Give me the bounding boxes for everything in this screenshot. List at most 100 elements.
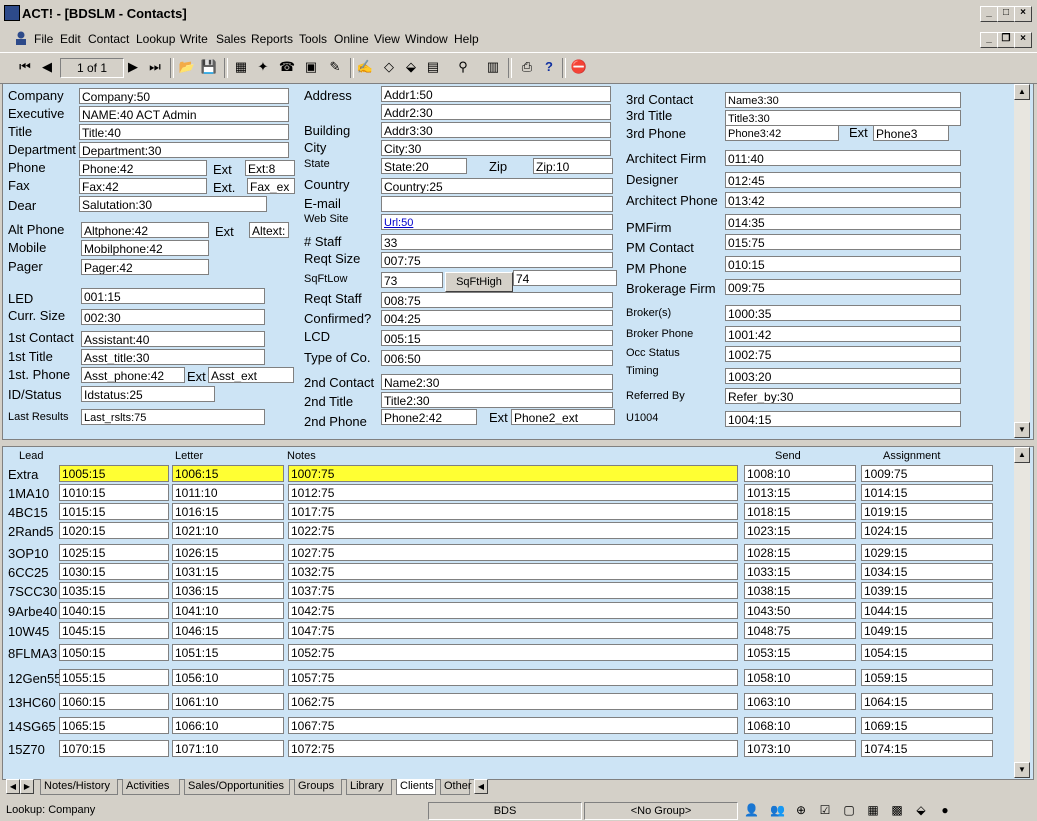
menu-write[interactable]: Write [180, 32, 208, 46]
menu-online[interactable]: Online [334, 32, 369, 46]
grid-cell-letter[interactable]: 1051:15 [172, 644, 284, 661]
grid-cell-lead[interactable]: 1070:15 [59, 740, 169, 757]
help-icon[interactable]: ? [540, 58, 558, 76]
menu-window[interactable]: Window [405, 32, 448, 46]
grid-cell-lead[interactable]: 1040:15 [59, 602, 169, 619]
meeting-icon[interactable]: ▣ [302, 58, 320, 76]
first-record-icon[interactable]: ⏮ [16, 58, 34, 76]
grid-cell-assignment[interactable]: 1029:15 [861, 544, 993, 561]
left-ext-field-5[interactable]: Fax_ex [247, 178, 295, 194]
tab-groups[interactable]: Groups [294, 779, 342, 795]
grid-cell-notes[interactable]: 1007:75 [288, 465, 738, 482]
grid-cell-notes[interactable]: 1067:75 [288, 717, 738, 734]
grid-cell-assignment[interactable]: 1024:15 [861, 522, 993, 539]
grid-cell-assignment[interactable]: 1039:15 [861, 582, 993, 599]
grid-cell-notes[interactable]: 1042:75 [288, 602, 738, 619]
grid-cell-send[interactable]: 1038:15 [744, 582, 856, 599]
right-field-14[interactable]: Refer_by:30 [725, 388, 961, 404]
grid-cell-notes[interactable]: 1072:75 [288, 740, 738, 757]
grid-cell-assignment[interactable]: 1049:15 [861, 622, 993, 639]
menu-help[interactable]: Help [454, 32, 479, 46]
left-field-13[interactable]: Asst_title:30 [81, 349, 265, 365]
tab-scroll-left-icon[interactable]: ◀ [6, 779, 20, 794]
grid-cell-lead[interactable]: 1015:15 [59, 503, 169, 520]
grid-cell-assignment[interactable]: 1074:15 [861, 740, 993, 757]
menu-file[interactable]: File [34, 32, 53, 46]
scroll-down-icon[interactable]: ▼ [1014, 422, 1030, 438]
left-field-10[interactable]: 001:15 [81, 288, 265, 304]
web-status-icon[interactable]: ⊕ [794, 803, 808, 817]
left-field-5[interactable]: Fax:42 [79, 178, 207, 194]
detail-scrollbar[interactable]: ▲ ▼ [1014, 84, 1030, 438]
grid-cell-lead[interactable]: 1050:15 [59, 644, 169, 661]
right-field-2[interactable]: Phone3:42 [725, 125, 839, 141]
task-status-icon[interactable]: ☑ [818, 803, 832, 817]
grid-cell-assignment[interactable]: 1064:15 [861, 693, 993, 710]
left-ext-field-14[interactable]: Asst_ext [208, 367, 294, 383]
grid-cell-letter[interactable]: 1021:10 [172, 522, 284, 539]
contact-status-icon[interactable]: 👤 [744, 803, 759, 817]
doc-restore-button[interactable]: ❐ [997, 32, 1015, 48]
tab-other[interactable]: Other [440, 779, 472, 795]
erase-icon[interactable]: ◇ [380, 58, 398, 76]
grid-cell-lead[interactable]: 1055:15 [59, 669, 169, 686]
grid-cell-notes[interactable]: 1037:75 [288, 582, 738, 599]
grid-cell-send[interactable]: 1048:75 [744, 622, 856, 639]
doc-minimize-button[interactable]: _ [980, 32, 998, 48]
grid-cell-assignment[interactable]: 1069:15 [861, 717, 993, 734]
status-group[interactable]: <No Group> [584, 802, 738, 820]
grid-cell-assignment[interactable]: 1009:75 [861, 465, 993, 482]
open-icon[interactable]: 📂 [178, 58, 196, 76]
middle-field-17[interactable]: Phone2:42 [381, 409, 477, 425]
right-field-1[interactable]: Title3:30 [725, 110, 961, 126]
group-status-icon[interactable]: 👥 [770, 803, 785, 817]
grid-cell-send[interactable]: 1043:50 [744, 602, 856, 619]
menu-edit[interactable]: Edit [60, 32, 81, 46]
left-field-3[interactable]: Department:30 [79, 142, 289, 158]
left-field-0[interactable]: Company:50 [79, 88, 289, 104]
grid-cell-lead[interactable]: 1045:15 [59, 622, 169, 639]
grid-cell-send[interactable]: 1068:10 [744, 717, 856, 734]
tab-notes-history[interactable]: Notes/History [40, 779, 118, 795]
todo-icon[interactable]: ✎ [326, 58, 344, 76]
grid-cell-send[interactable]: 1058:10 [744, 669, 856, 686]
middle-field-10[interactable]: 73 [381, 272, 443, 288]
middle-field-11[interactable]: 008:75 [381, 292, 613, 308]
scroll-up-icon[interactable]: ▲ [1014, 84, 1030, 100]
middle-field-8[interactable]: 33 [381, 234, 613, 250]
next-record-icon[interactable]: ▶ [124, 58, 142, 76]
tab-sales-opportunities[interactable]: Sales/Opportunities [184, 779, 290, 795]
grid-cell-letter[interactable]: 1061:10 [172, 693, 284, 710]
right-field-9[interactable]: 009:75 [725, 279, 961, 295]
menu-contact[interactable]: Contact [88, 32, 129, 46]
left-field-15[interactable]: Idstatus:25 [81, 386, 215, 402]
left-ext-field-7[interactable]: Altext: [249, 222, 289, 238]
save-icon[interactable]: 💾 [200, 58, 218, 76]
left-field-14[interactable]: Asst_phone:42 [81, 367, 185, 383]
grid-cell-letter[interactable]: 1006:15 [172, 465, 284, 482]
grid-cell-send[interactable]: 1013:15 [744, 484, 856, 501]
grid-cell-letter[interactable]: 1011:10 [172, 484, 284, 501]
middle-field-12[interactable]: 004:25 [381, 310, 613, 326]
right-field-11[interactable]: 1001:42 [725, 326, 961, 342]
menu-sales[interactable]: Sales [216, 32, 246, 46]
middle-field-0[interactable]: Addr1:50 [381, 86, 611, 102]
week-view-icon[interactable]: ▦ [866, 803, 880, 817]
tab-scroll-right-icon[interactable]: ▶ [20, 779, 34, 794]
right-ext-field-2[interactable]: Phone3 [873, 125, 949, 141]
grid-cell-lead[interactable]: 1025:15 [59, 544, 169, 561]
grid-cell-send[interactable]: 1053:15 [744, 644, 856, 661]
grid-cell-assignment[interactable]: 1034:15 [861, 563, 993, 580]
grid-cell-send[interactable]: 1028:15 [744, 544, 856, 561]
left-field-7[interactable]: Altphone:42 [81, 222, 209, 238]
grid-cell-lead[interactable]: 1065:15 [59, 717, 169, 734]
zip-field[interactable]: Zip:10 [533, 158, 613, 174]
grid-cell-assignment[interactable]: 1019:15 [861, 503, 993, 520]
middle-ext-field-17[interactable]: Phone2_ext [511, 409, 615, 425]
globe-status-icon[interactable]: ● [938, 803, 952, 817]
right-field-7[interactable]: 015:75 [725, 234, 961, 250]
left-field-8[interactable]: Mobilphone:42 [81, 240, 209, 256]
grid-cell-send[interactable]: 1033:15 [744, 563, 856, 580]
right-field-3[interactable]: 011:40 [725, 150, 961, 166]
grid-cell-notes[interactable]: 1032:75 [288, 563, 738, 580]
